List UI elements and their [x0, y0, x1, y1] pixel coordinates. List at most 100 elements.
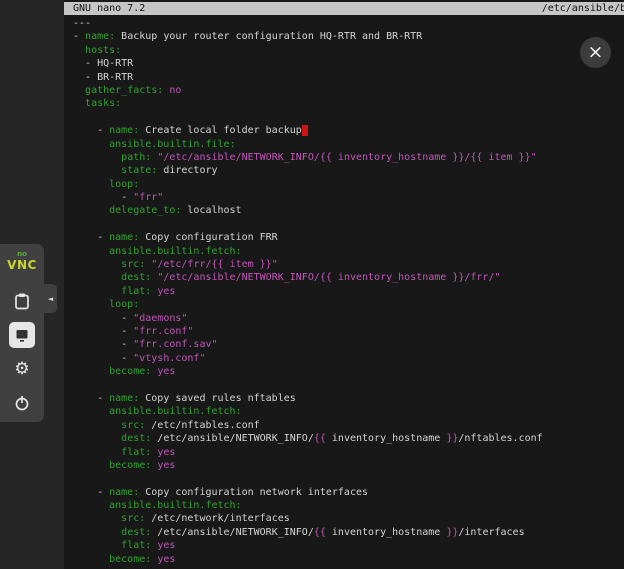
code-token: ansible.builtin.file:	[109, 139, 235, 150]
code-token: "/etc/ansible/NETWORK_INFO/{{ inventory_…	[157, 152, 536, 163]
terminal-window[interactable]: GNU nano 7.2 /etc/ansible/b ---- name: B…	[64, 0, 624, 569]
code-token: /etc/network/interfaces	[145, 513, 290, 524]
fullscreen-icon[interactable]	[9, 322, 35, 348]
code-token: localhost	[181, 205, 241, 216]
code-line: dest: /etc/ansible/NETWORK_INFO/{{ inven…	[73, 432, 624, 445]
power-icon-svg	[12, 393, 32, 413]
code-token: -	[73, 125, 109, 136]
code-token	[73, 460, 109, 471]
code-line: state: directory	[73, 164, 624, 177]
code-line: - name: Backup your router configuration…	[73, 30, 624, 43]
code-line: - BR-RTR	[73, 71, 624, 84]
code-token: /etc/ansible/NETWORK_INFO/	[151, 527, 314, 538]
code-token	[73, 98, 85, 109]
collapse-arrow-icon: ◄	[48, 295, 53, 303]
code-line: - name: Create local folder backup	[73, 124, 624, 137]
code-token	[73, 447, 121, 458]
code-token: flat:	[121, 286, 151, 297]
code-line: loop:	[73, 178, 624, 191]
control-bar-handle[interactable]: ◄	[44, 284, 57, 313]
code-token: - HQ-RTR	[73, 58, 133, 69]
code-token: "frr.conf.sav"	[133, 339, 217, 350]
code-line: src: "/etc/frr/{{ item }}"	[73, 258, 624, 271]
code-token: path:	[121, 152, 151, 163]
code-token	[73, 165, 121, 176]
code-token: name:	[109, 232, 139, 243]
code-token: -	[73, 353, 133, 364]
code-token	[73, 554, 109, 565]
close-button[interactable]: ×	[580, 37, 611, 68]
code-line: src: /etc/network/interfaces	[73, 512, 624, 525]
code-line: ansible.builtin.fetch:	[73, 245, 624, 258]
code-token	[73, 272, 121, 283]
code-token: become:	[109, 460, 151, 471]
code-token: ansible.builtin.fetch:	[109, 406, 241, 417]
text-cursor	[302, 125, 308, 136]
code-token: dest:	[121, 433, 151, 444]
code-token: -	[73, 313, 133, 324]
code-token: yes	[157, 366, 175, 377]
code-token: dest:	[121, 272, 151, 283]
code-token: Copy configuration network interfaces	[139, 487, 368, 498]
code-token: name:	[109, 393, 139, 404]
code-token: "frr"	[133, 192, 163, 203]
code-token: flat:	[121, 540, 151, 551]
code-token: no	[169, 85, 181, 96]
code-line: flat: yes	[73, 285, 624, 298]
code-line: dest: /etc/ansible/NETWORK_INFO/{{ inven…	[73, 526, 624, 539]
vnc-logo: no VNC	[7, 250, 37, 280]
code-line: ansible.builtin.fetch:	[73, 405, 624, 418]
power-icon[interactable]	[9, 390, 35, 416]
code-token: hosts:	[85, 45, 121, 56]
code-line: ansible.builtin.fetch:	[73, 499, 624, 512]
code-token: /interfaces	[458, 527, 524, 538]
code-token: name:	[109, 125, 139, 136]
code-token: -	[73, 339, 133, 350]
code-token: - BR-RTR	[73, 72, 133, 83]
code-line: tasks:	[73, 97, 624, 110]
editor-lines[interactable]: ---- name: Backup your router configurat…	[64, 15, 624, 566]
code-token: {{	[314, 433, 326, 444]
clipboard-icon[interactable]	[9, 288, 35, 314]
code-token: name:	[109, 487, 139, 498]
code-token: flat:	[121, 447, 151, 458]
code-token: yes	[157, 554, 175, 565]
code-token: ansible.builtin.fetch:	[109, 246, 241, 257]
code-token	[73, 540, 121, 551]
code-token: become:	[109, 366, 151, 377]
code-token: src:	[121, 513, 145, 524]
code-token: /etc/nftables.conf	[145, 420, 259, 431]
code-token: directory	[157, 165, 217, 176]
code-token: inventory_hostname	[326, 433, 446, 444]
code-line	[73, 472, 624, 485]
code-token: loop:	[109, 299, 139, 310]
code-line: path: "/etc/ansible/NETWORK_INFO/{{ inve…	[73, 151, 624, 164]
code-line: loop:	[73, 298, 624, 311]
code-token: "vtysh.conf"	[133, 353, 205, 364]
code-token: yes	[157, 540, 175, 551]
code-token	[73, 406, 109, 417]
code-token: }}	[446, 527, 458, 538]
code-line: dest: "/etc/ansible/NETWORK_INFO/{{ inve…	[73, 271, 624, 284]
code-token	[73, 259, 121, 270]
code-token: -	[73, 232, 109, 243]
code-line: ansible.builtin.file:	[73, 138, 624, 151]
code-line: flat: yes	[73, 539, 624, 552]
code-token	[73, 286, 121, 297]
code-token: -	[73, 393, 109, 404]
code-token	[73, 139, 109, 150]
code-line: - "vtysh.conf"	[73, 352, 624, 365]
code-token: Copy saved rules nftables	[139, 393, 296, 404]
code-token	[73, 433, 121, 444]
code-line: gather_facts: no	[73, 84, 624, 97]
code-token	[73, 152, 121, 163]
code-line: src: /etc/nftables.conf	[73, 419, 624, 432]
code-line: flat: yes	[73, 446, 624, 459]
code-token: }}	[446, 433, 458, 444]
code-line: ---	[73, 17, 624, 30]
settings-gear-icon[interactable]: ⚙	[9, 356, 35, 382]
code-line: - name: Copy saved rules nftables	[73, 392, 624, 405]
code-line: - "frr"	[73, 191, 624, 204]
code-token	[73, 205, 109, 216]
code-line: - name: Copy configuration FRR	[73, 231, 624, 244]
